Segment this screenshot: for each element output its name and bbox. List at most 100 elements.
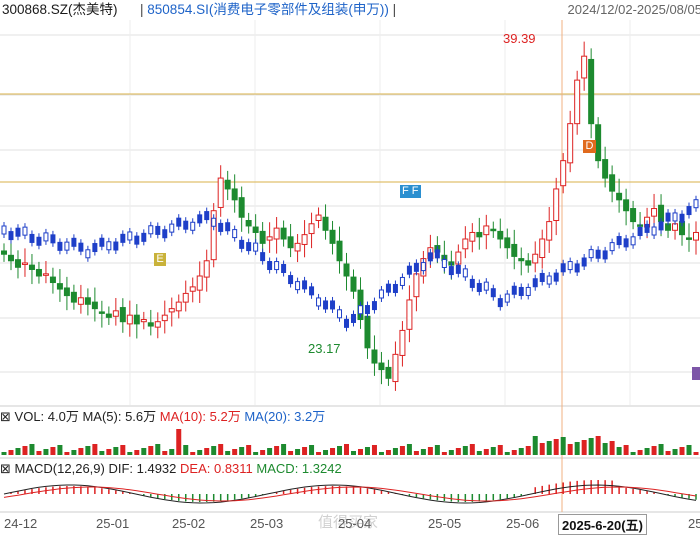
volume-bar (197, 450, 203, 455)
index-body (588, 249, 594, 259)
index-body (309, 286, 315, 296)
volume-bar (85, 446, 91, 455)
candle-body (602, 159, 609, 179)
volume-bar (1, 452, 7, 455)
candle-body (392, 353, 399, 383)
volume-bar (43, 449, 49, 455)
volume-bar (644, 448, 650, 455)
index-body (288, 275, 294, 285)
index-body (546, 275, 552, 285)
index-body (85, 249, 91, 259)
index-body (29, 233, 35, 243)
volume-bar (364, 447, 370, 455)
index-body (22, 226, 28, 236)
candle-body (112, 310, 119, 317)
index-body (78, 242, 84, 252)
collapse-icon[interactable]: ⊠ (0, 461, 11, 476)
volume-bar (378, 452, 384, 455)
index-body (567, 261, 573, 271)
index-body (176, 217, 182, 227)
candle-body (616, 192, 623, 201)
volume-bar (162, 451, 168, 455)
volume-bar (371, 445, 377, 455)
index-body (43, 232, 49, 242)
index-body (490, 288, 496, 298)
index-body (211, 217, 217, 227)
index-body (64, 241, 70, 251)
volume-bar (385, 450, 391, 455)
volume-bar (406, 444, 412, 455)
marker-d[interactable]: D (583, 140, 596, 153)
candle-body (140, 319, 147, 323)
volume-bar (344, 444, 350, 455)
index-body (497, 298, 503, 308)
volume-bar (616, 447, 622, 455)
index-body (99, 237, 105, 247)
volume-bar (420, 449, 426, 455)
volume-bar (357, 449, 363, 455)
candle-body (105, 313, 112, 318)
volume-bar (574, 442, 580, 455)
index-body (392, 283, 398, 293)
candle-body (651, 208, 658, 217)
volume-bar (29, 444, 35, 455)
index-body (344, 318, 350, 328)
candle-body (91, 301, 98, 310)
index-body (637, 227, 643, 237)
volume-bar (246, 445, 252, 455)
x-tick: 25-02 (172, 516, 206, 531)
index-body (197, 214, 203, 224)
candle-body (133, 314, 140, 325)
vol-ma20: MA(20): 3.2万 (244, 409, 326, 424)
index-body (574, 263, 580, 273)
vol-value: VOL: 4.0万 (14, 409, 79, 424)
candle-body (574, 79, 581, 125)
watermark: 值得买家 (318, 514, 379, 531)
index-body (665, 212, 671, 222)
candle-body (21, 262, 28, 265)
candle-body (497, 230, 504, 240)
volume-bar (267, 448, 273, 455)
volume-bar (581, 440, 587, 455)
candle-body (686, 237, 693, 240)
candle-body (301, 234, 308, 245)
volume-bar (350, 451, 356, 455)
candle-body (252, 226, 259, 233)
x-tick: 25 (688, 516, 700, 531)
candle-body (413, 273, 420, 298)
volume-bar (413, 451, 419, 455)
candle-body (77, 297, 84, 305)
candle-body (280, 227, 287, 240)
candle-body (154, 321, 161, 328)
marker-e[interactable]: E (154, 253, 166, 266)
index-body (672, 212, 678, 222)
index-body (225, 222, 231, 232)
volume-bar (490, 447, 496, 455)
candle-body (245, 220, 252, 227)
index-body (448, 266, 454, 276)
index-body (50, 234, 56, 244)
marker-f[interactable]: F F (400, 185, 421, 198)
volume-bar (22, 446, 28, 455)
volume-bar (448, 450, 454, 455)
candle-body (581, 55, 588, 79)
candle-body (189, 286, 196, 292)
candlestick-chart[interactable] (0, 0, 700, 535)
candle-body (70, 291, 77, 303)
volume-bar (92, 444, 98, 455)
candle-body (273, 227, 280, 240)
volume-bar (330, 448, 336, 455)
index-body (518, 286, 524, 296)
index-body (106, 241, 112, 251)
index-body (260, 252, 266, 262)
x-tick: 25-06 (506, 516, 540, 531)
volume-bar (225, 451, 231, 455)
index-body (616, 236, 622, 246)
volume-bar (434, 445, 440, 455)
collapse-icon[interactable]: ⊠ (0, 409, 11, 424)
candle-body (224, 179, 231, 190)
candle-body (182, 292, 189, 303)
candle-body (525, 260, 532, 266)
candle-body (266, 236, 273, 241)
volume-bar (134, 450, 140, 455)
